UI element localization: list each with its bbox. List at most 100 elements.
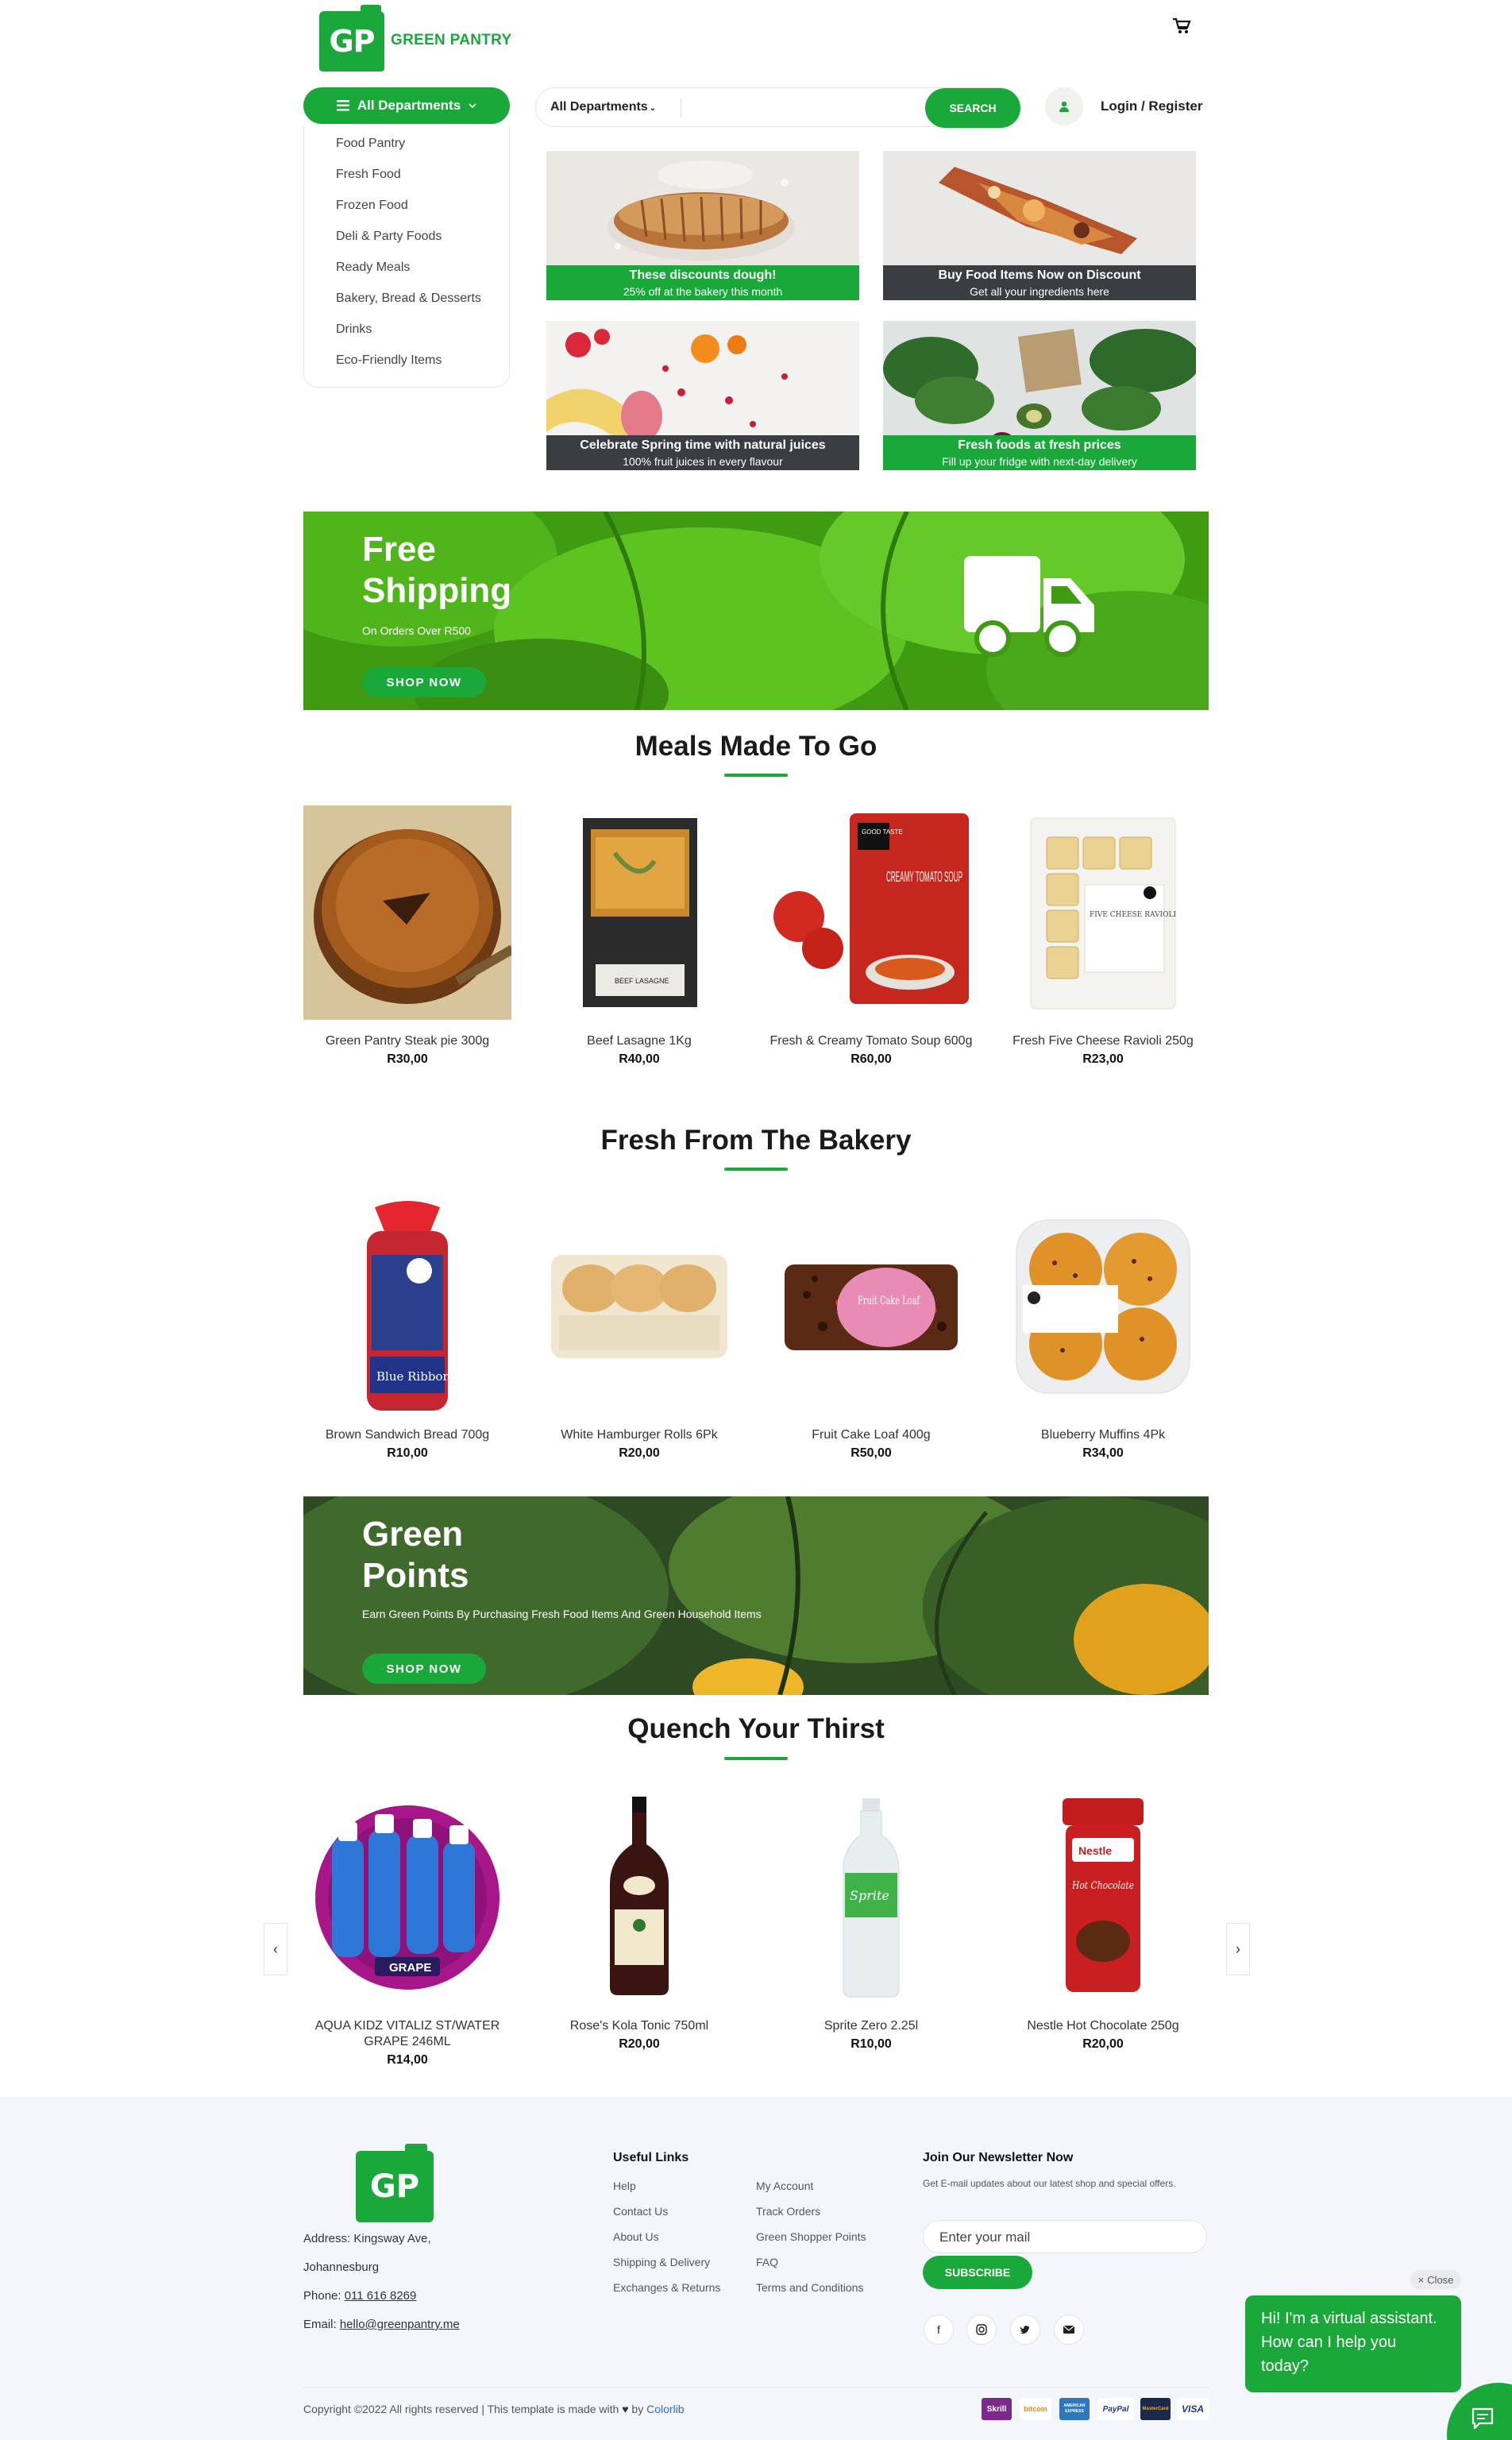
free-shipping-banner: Free Shipping On Orders Over R500 SHOP NO… (303, 512, 1209, 710)
footer-link-contact[interactable]: Contact Us (613, 2205, 668, 2218)
logo[interactable]: GP (319, 5, 384, 71)
product-card[interactable]: Rose's Kola Tonic 750ml R20,00 (535, 1790, 743, 2052)
footer-logo[interactable]: GP (356, 2144, 434, 2222)
chat-message-bubble[interactable]: Hi! I'm a virtual assistant. How can I h… (1245, 2295, 1461, 2392)
visa-icon: VISA (1177, 2398, 1209, 2420)
all-departments-button[interactable]: All Departments (303, 87, 510, 124)
product-image-text: GOOD TASTE (862, 828, 903, 836)
product-name: Blueberry Muffins 4Pk (1040, 1428, 1166, 1442)
product-card[interactable]: BEEF LASAGNE Beef Lasagne 1Kg R40,00 (535, 805, 743, 1067)
chat-close-label: Close (1427, 2273, 1454, 2286)
footer-phone-link[interactable]: 011 616 8269 (345, 2289, 417, 2303)
promo-tile-discount[interactable]: Buy Food Items Now on Discount Get all yo… (883, 151, 1196, 300)
newsletter-title: Join Our Newsletter Now (923, 2151, 1074, 2164)
footer-link-shopper-points[interactable]: Green Shopper Points (756, 2230, 866, 2243)
facebook-icon[interactable]: f (924, 2315, 954, 2345)
search-input[interactable] (692, 96, 914, 120)
product-card[interactable]: Fruit Cake Loaf Fruit Cake Loaf 400g R50… (767, 1199, 975, 1461)
search-button[interactable]: SEARCH (925, 88, 1020, 128)
dept-item-bakery[interactable]: Bakery, Bread & Desserts (336, 291, 481, 306)
search-category-label: All Departments (550, 100, 648, 114)
product-card[interactable]: Green Pantry Steak pie 300g R30,00 (303, 805, 515, 1067)
footer-link-track-orders[interactable]: Track Orders (756, 2205, 820, 2218)
product-image-hot-chocolate: Nestle Hot Chocolate (1063, 1798, 1144, 1992)
dept-item-frozen-food[interactable]: Frozen Food (336, 199, 408, 213)
carousel-next-button[interactable]: › (1226, 1923, 1250, 1975)
dept-item-drinks[interactable]: Drinks (336, 322, 372, 337)
email-icon[interactable] (1054, 2315, 1084, 2345)
dept-item-deli[interactable]: Deli & Party Foods (336, 230, 442, 244)
chat-close-button[interactable]: × Close (1410, 2270, 1461, 2289)
product-card[interactable]: Sprite Sprite Zero 2.25l R10,00 (767, 1790, 975, 2052)
promo-tile-bakery[interactable]: These discounts dough! 25% off at the bak… (546, 151, 859, 300)
product-card[interactable]: FIVE CHEESE RAVIOLI Fresh Five Cheese Ra… (999, 805, 1207, 1067)
colorlib-link[interactable]: Colorlib (646, 2403, 684, 2415)
shop-now-button[interactable]: SHOP NOW (362, 667, 486, 697)
search-category-select[interactable]: All Departments ⌄ (550, 100, 656, 114)
product-name: White Hamburger Rolls 6Pk (561, 1428, 718, 1442)
product-card[interactable]: GOOD TASTE CREAMY TOMATO SOUP Fresh & Cr… (767, 805, 975, 1067)
shop-now-button[interactable]: SHOP NOW (362, 1654, 486, 1684)
search-bar: All Departments ⌄ SEARCH (535, 87, 1020, 128)
brand-name[interactable]: GREEN PANTRY (391, 32, 511, 49)
newsletter-description: Get E-mail updates about our latest shop… (923, 2178, 1176, 2189)
useful-links-title: Useful Links (613, 2151, 689, 2164)
product-image-rolls (551, 1255, 727, 1358)
product-name: Brown Sandwich Bread 700g (325, 1428, 490, 1442)
dept-item-food-pantry[interactable]: Food Pantry (336, 137, 405, 151)
instagram-icon[interactable] (966, 2315, 997, 2345)
footer-address: Address: Kingsway Ave, (303, 2232, 431, 2245)
product-card[interactable]: Blueberry Muffins 4Pk R34,00 (999, 1199, 1207, 1461)
login-register-link[interactable]: Login / Register (1101, 98, 1202, 114)
product-card[interactable]: GRAPE AQUA KIDZ VITALIZ ST/WATER GRAPE 2… (303, 1790, 511, 2067)
twitter-icon[interactable] (1010, 2315, 1040, 2345)
product-image-text: Sprite (850, 1888, 889, 1903)
dept-item-ready-meals[interactable]: Ready Meals (336, 261, 410, 275)
footer-link-terms[interactable]: Terms and Conditions (756, 2281, 863, 2294)
promo-title: These discounts dough! (629, 268, 777, 282)
logo-initials: GP (329, 24, 375, 59)
product-image-text: CREAMY TOMATO SOUP (886, 869, 962, 885)
footer-link-help[interactable]: Help (613, 2179, 636, 2192)
cart-icon[interactable] (1172, 17, 1191, 35)
promo-tile-juices[interactable]: Celebrate Spring time with natural juice… (546, 321, 859, 470)
banner-title: Free Shipping (362, 529, 511, 612)
product-image-text: GRAPE (389, 1961, 431, 1975)
dept-item-eco-friendly[interactable]: Eco-Friendly Items (336, 353, 442, 368)
banner-title-line2: Points (362, 1556, 469, 1595)
footer-link-shipping[interactable]: Shipping & Delivery (613, 2256, 710, 2268)
newsletter-email-input[interactable]: Enter your mail (923, 2220, 1207, 2253)
dept-item-fresh-food[interactable]: Fresh Food (336, 168, 401, 182)
product-card[interactable]: Nestle Hot Chocolate Nestle Hot Chocolat… (999, 1790, 1207, 2052)
footer-link-returns[interactable]: Exchanges & Returns (613, 2281, 720, 2294)
product-image-bread: Blue Ribbon (367, 1201, 450, 1411)
product-price: R30,00 (387, 1052, 428, 1066)
footer-link-account[interactable]: My Account (756, 2179, 813, 2192)
product-image-lasagne: BEEF LASAGNE (583, 818, 697, 1007)
footer-email-link[interactable]: hello@greenpantry.me (340, 2318, 460, 2331)
product-image-text: BEEF LASAGNE (615, 977, 669, 985)
footer-city: Johannesburg (303, 2260, 380, 2274)
footer-logo-initials: GP (369, 2168, 420, 2205)
product-name: Beef Lasagne 1Kg (587, 1034, 692, 1048)
product-card[interactable]: White Hamburger Rolls 6Pk R20,00 (535, 1199, 743, 1461)
product-price: R20,00 (619, 1446, 660, 1460)
paypal-icon: PayPal (1097, 2398, 1134, 2420)
product-price: R60,00 (850, 1052, 892, 1066)
carousel-prev-button[interactable]: ‹ (264, 1923, 287, 1975)
product-name: Nestle Hot Chocolate 250g (1027, 2019, 1179, 2033)
product-name: Sprite Zero 2.25l (824, 2019, 919, 2033)
close-icon: × (1418, 2273, 1425, 2286)
promo-caption: These discounts dough! 25% off at the bak… (546, 265, 859, 300)
user-button[interactable] (1045, 87, 1083, 125)
menu-icon (336, 100, 349, 111)
product-price: R40,00 (619, 1052, 660, 1066)
promo-tile-fresh[interactable]: Fresh foods at fresh prices Fill up your … (883, 321, 1196, 470)
subscribe-button[interactable]: SUBSCRIBE (923, 2256, 1032, 2289)
footer-link-faq[interactable]: FAQ (756, 2256, 778, 2268)
product-image-kola-tonic (610, 1797, 669, 1995)
promo-title: Buy Food Items Now on Discount (938, 268, 1141, 282)
footer-link-about[interactable]: About Us (613, 2230, 659, 2243)
banner-title-line1: Green (362, 1515, 464, 1554)
product-card[interactable]: Blue Ribbon Brown Sandwich Bread 700g R1… (303, 1199, 511, 1461)
